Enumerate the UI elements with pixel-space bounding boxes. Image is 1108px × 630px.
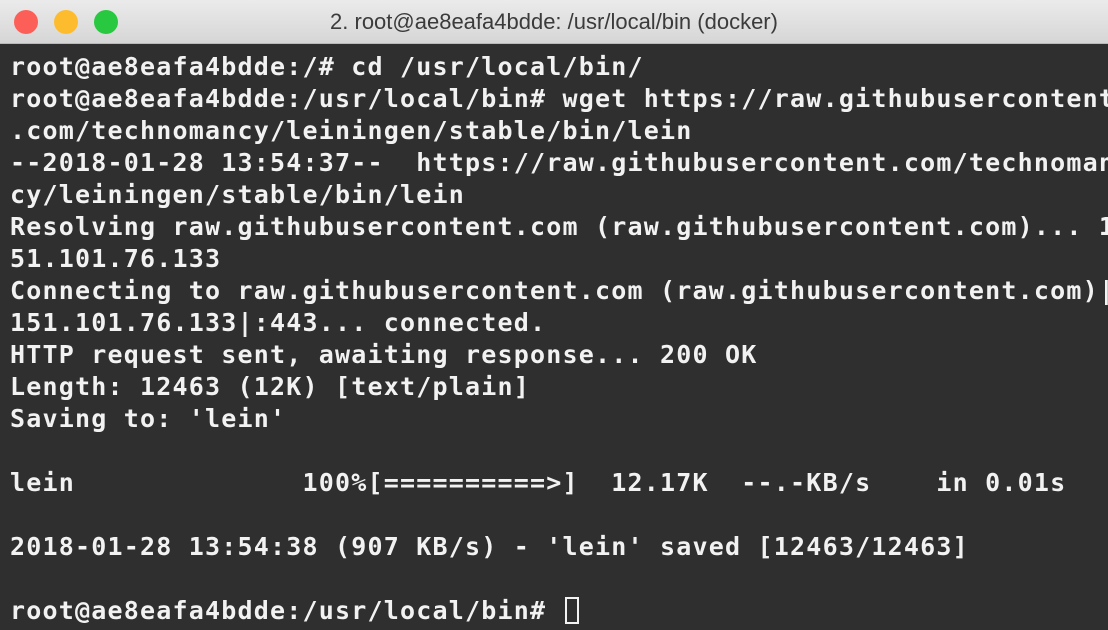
prompt-line[interactable]: root@ae8eafa4bdde:/usr/local/bin#: [10, 595, 579, 627]
text-cursor: [564, 597, 579, 624]
terminal-line: Connecting to raw.githubusercontent.com …: [10, 276, 1108, 305]
terminal-line: cy/leiningen/stable/bin/lein: [10, 180, 466, 209]
terminal-line: Length: 12463 (12K) [text/plain]: [10, 372, 531, 401]
terminal-line: 151.101.76.133|:443... connected.: [10, 308, 547, 337]
terminal-line: 51.101.76.133: [10, 244, 222, 273]
terminal-line: HTTP request sent, awaiting response... …: [10, 340, 758, 369]
terminal-line: Resolving raw.githubusercontent.com (raw…: [10, 212, 1108, 241]
terminal-line: Saving to: 'lein': [10, 404, 287, 433]
progress-line: lein 100%[==========>] 12.17K --.-KB/s i…: [10, 468, 1067, 497]
terminal-line: root@ae8eafa4bdde:/# cd /usr/local/bin/: [10, 52, 644, 81]
title-bar[interactable]: 2. root@ae8eafa4bdde: /usr/local/bin (do…: [0, 0, 1108, 44]
terminal-output[interactable]: root@ae8eafa4bdde:/# cd /usr/local/bin/ …: [0, 45, 1108, 630]
terminal-line: --2018-01-28 13:54:37-- https://raw.gith…: [10, 148, 1108, 177]
terminal-line: 2018-01-28 13:54:38 (907 KB/s) - 'lein' …: [10, 532, 969, 561]
shell-prompt: root@ae8eafa4bdde:/usr/local/bin#: [10, 596, 563, 625]
window-title: 2. root@ae8eafa4bdde: /usr/local/bin (do…: [330, 9, 778, 34]
terminal-line: root@ae8eafa4bdde:/usr/local/bin# wget h…: [10, 84, 1108, 113]
terminal-window: 2. root@ae8eafa4bdde: /usr/local/bin (do…: [0, 0, 1108, 630]
terminal-line: .com/technomancy/leiningen/stable/bin/le…: [10, 116, 693, 145]
